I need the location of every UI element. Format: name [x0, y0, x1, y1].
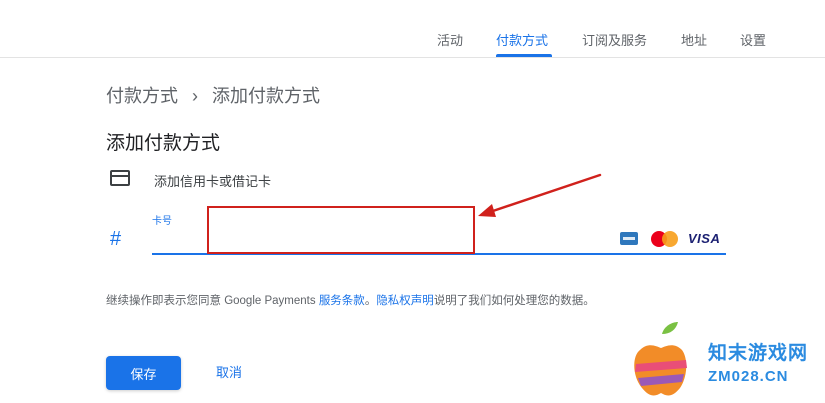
visa-logo: VISA	[688, 231, 721, 246]
amex-card-icon	[620, 232, 638, 245]
breadcrumb-parent-link[interactable]: 付款方式	[106, 86, 178, 106]
credit-card-icon	[110, 170, 130, 186]
breadcrumb-separator: ›	[192, 86, 198, 106]
tab-activity[interactable]: 活动	[437, 30, 463, 49]
active-tab-indicator	[496, 54, 552, 57]
annotation-arrow-icon	[478, 173, 602, 217]
terms-suffix: 说明了我们如何处理您的数据。	[433, 295, 595, 307]
terms-of-service-link[interactable]: 服务条款	[319, 295, 365, 307]
tab-settings[interactable]: 设置	[740, 30, 766, 49]
tab-payment-methods[interactable]: 付款方式	[496, 30, 548, 49]
apple-logo-icon	[634, 322, 687, 396]
hash-icon: #	[110, 228, 122, 250]
cancel-button[interactable]: 取消	[216, 362, 242, 381]
mastercard-yellow-circle	[662, 231, 678, 247]
top-navigation: 活动 付款方式 订阅及服务 地址 设置	[0, 0, 825, 58]
watermark-url: ZM028.CN	[708, 368, 789, 385]
breadcrumb: 付款方式 › 添加付款方式	[106, 82, 320, 108]
terms-prefix: 继续操作即表示您同意 Google Payments	[106, 295, 319, 307]
add-card-option-label: 添加信用卡或借记卡	[154, 174, 272, 189]
save-button[interactable]: 保存	[106, 356, 181, 390]
site-watermark: 知末游戏网 ZM028.CN	[618, 318, 825, 403]
privacy-policy-link[interactable]: 隐私权声明	[376, 295, 434, 307]
watermark-title: 知末游戏网	[708, 343, 809, 364]
page-title: 添加付款方式	[106, 133, 221, 154]
mastercard-icon	[651, 231, 679, 247]
terms-notice: 继续操作即表示您同意 Google Payments 服务条款。隐私权声明说明了…	[106, 292, 595, 308]
card-number-input[interactable]	[152, 222, 726, 255]
terms-middle: 。	[364, 295, 377, 307]
tab-addresses[interactable]: 地址	[681, 30, 707, 49]
tab-subscriptions[interactable]: 订阅及服务	[582, 30, 647, 49]
breadcrumb-current: 添加付款方式	[212, 86, 320, 106]
